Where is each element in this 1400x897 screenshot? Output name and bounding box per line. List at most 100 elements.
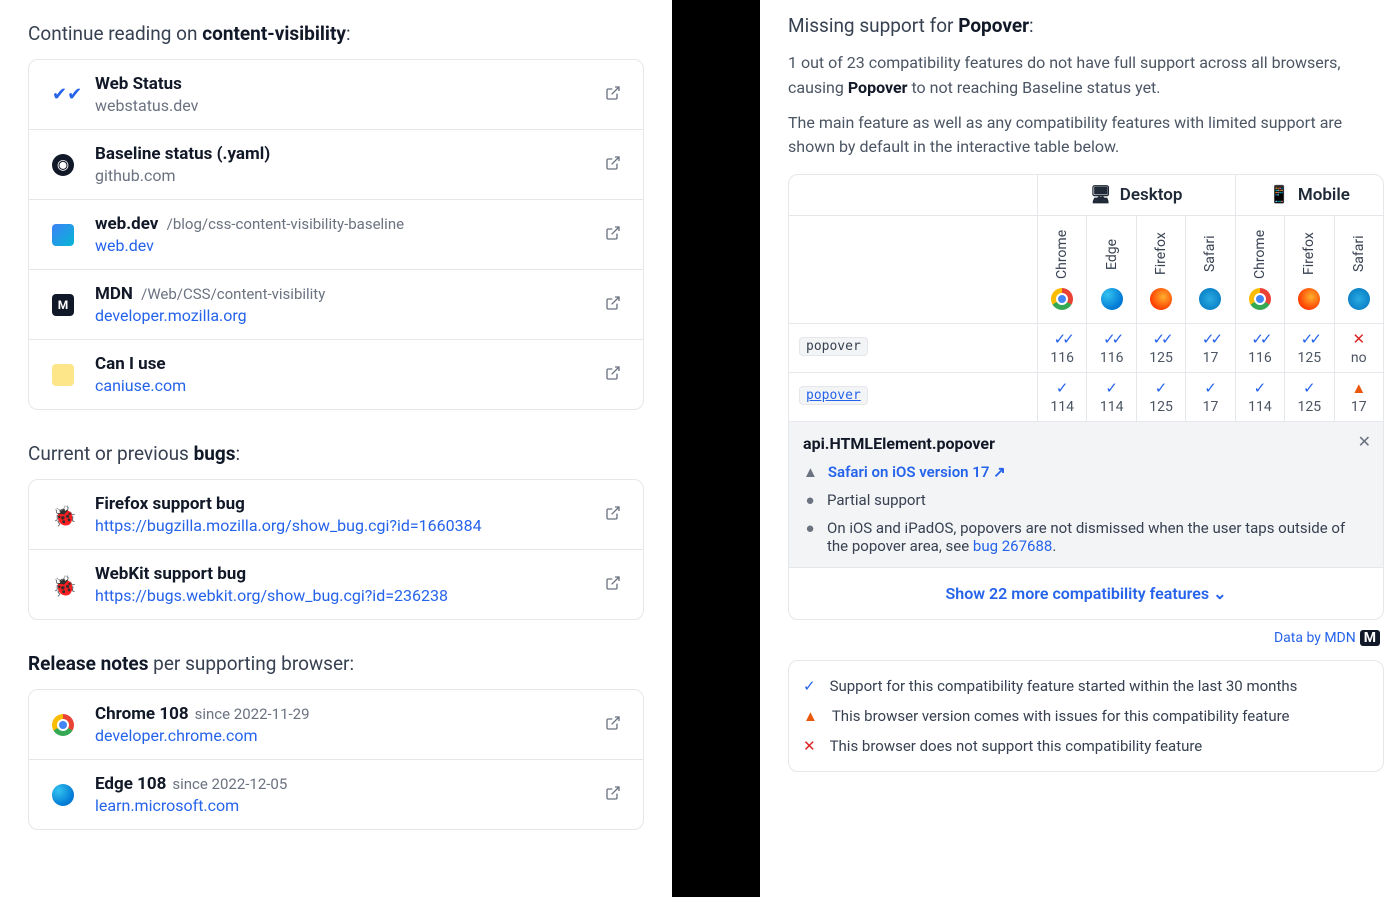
releases-list: Chrome 108since 2022-11-29 developer.chr… <box>28 689 644 830</box>
col-group-mobile: 📱 Mobile <box>1235 175 1383 215</box>
legend-icon: ✕ <box>803 737 816 755</box>
release-domain: learn.microsoft.com <box>95 796 589 815</box>
mdn-icon: M <box>52 294 74 316</box>
missing-support-heading: Missing support for Popover: <box>788 14 1384 37</box>
right-pane: Missing support for Popover: 1 out of 23… <box>760 0 1400 897</box>
resource-row[interactable]: Can I use caniuse.com <box>29 339 643 409</box>
compat-cell[interactable]: ✓114 <box>1086 373 1135 421</box>
release-row[interactable]: Chrome 108since 2022-11-29 developer.chr… <box>29 690 643 759</box>
resources-list: ✔✔ Web Status webstatus.dev ◉ Baseline s… <box>28 59 644 410</box>
compat-cell[interactable]: ✓125 <box>1136 373 1185 421</box>
data-by-mdn-link[interactable]: Data by MDNM <box>788 630 1380 646</box>
browser-column-header: Firefox <box>1136 216 1185 323</box>
compat-cell[interactable]: ✕no <box>1334 324 1383 372</box>
bug-row[interactable]: 🐞 Firefox support bug https://bugzilla.m… <box>29 480 643 549</box>
external-link-icon <box>605 225 625 245</box>
compat-detail-panel: api.HTMLElement.popover ✕ ▲ Safari on iO… <box>789 421 1383 567</box>
detail-title: api.HTMLElement.popover <box>803 434 1369 453</box>
release-row[interactable]: Edge 108since 2022-12-05 learn.microsoft… <box>29 759 643 829</box>
resource-row[interactable]: web.dev /blog/css-content-visibility-bas… <box>29 199 643 269</box>
compat-cell[interactable]: ✓114 <box>1037 373 1086 421</box>
compat-cell[interactable]: ✓114 <box>1235 373 1284 421</box>
bug-title: WebKit support bug <box>95 564 589 584</box>
legend-row: ✓ Support for this compatibility feature… <box>803 671 1369 701</box>
external-link-icon <box>605 715 625 735</box>
legend-icon: ✓ <box>803 677 816 695</box>
external-link-icon <box>605 85 625 105</box>
external-link-icon <box>605 575 625 595</box>
resource-row[interactable]: ◉ Baseline status (.yaml) github.com <box>29 129 643 199</box>
browser-column-header: Safari <box>1185 216 1234 323</box>
compat-cell[interactable]: ✓✓17 <box>1185 324 1234 372</box>
resource-title: web.dev /blog/css-content-visibility-bas… <box>95 214 589 234</box>
compat-cell[interactable]: ✓✓116 <box>1235 324 1284 372</box>
compat-cell[interactable]: ✓✓116 <box>1037 324 1086 372</box>
feature-pill[interactable]: popover <box>799 386 868 405</box>
edge-icon <box>52 784 74 806</box>
left-pane: Continue reading on content-visibility: … <box>0 0 672 897</box>
bullet-icon: ● <box>803 519 817 537</box>
browser-column-header: Edge <box>1086 216 1135 323</box>
missing-support-para-1: 1 out of 23 compatibility features do no… <box>788 51 1384 101</box>
resource-title: Web Status <box>95 74 589 94</box>
resource-domain: web.dev <box>95 236 589 255</box>
resource-title: Can I use <box>95 354 589 374</box>
resource-row[interactable]: M MDN /Web/CSS/content-visibility develo… <box>29 269 643 339</box>
edge-icon <box>1101 288 1123 310</box>
release-title: Edge 108since 2022-12-05 <box>95 774 589 794</box>
bug-url: https://bugs.webkit.org/show_bug.cgi?id=… <box>95 586 589 605</box>
browser-column-header: Firefox <box>1284 216 1333 323</box>
resource-title: MDN /Web/CSS/content-visibility <box>95 284 589 304</box>
col-group-desktop: 🖥 Desktop <box>1037 175 1235 215</box>
legend-icon: ▲ <box>803 707 818 725</box>
compat-row: popover ✓114✓114✓125✓17✓114✓125▲17 <box>789 372 1383 421</box>
detail-close-button[interactable]: ✕ <box>1358 432 1371 451</box>
compat-cell[interactable]: ✓17 <box>1185 373 1234 421</box>
caniuse-icon <box>52 364 74 386</box>
bullet-icon: ● <box>803 491 817 509</box>
github-icon: ◉ <box>52 154 74 176</box>
detail-bug-link[interactable]: bug 267688 <box>973 537 1052 555</box>
mobile-icon: 📱 <box>1269 185 1290 205</box>
resource-row[interactable]: ✔✔ Web Status webstatus.dev <box>29 60 643 129</box>
compat-table: 🖥 Desktop 📱 Mobile Chrome Edge Firefox S… <box>788 174 1384 620</box>
safari-icon <box>1348 288 1370 310</box>
compat-cell[interactable]: ✓✓125 <box>1136 324 1185 372</box>
resource-domain: developer.mozilla.org <box>95 306 589 325</box>
webstatus-icon: ✔✔ <box>52 84 74 106</box>
chrome-icon <box>52 714 74 736</box>
compat-cell[interactable]: ✓✓116 <box>1086 324 1135 372</box>
bugs-list: 🐞 Firefox support bug https://bugzilla.m… <box>28 479 644 620</box>
external-link-icon <box>605 505 625 525</box>
compat-cell[interactable]: ▲17 <box>1334 373 1383 421</box>
bug-icon: 🐞 <box>52 574 74 596</box>
legend-text: Support for this compatibility feature s… <box>830 677 1298 695</box>
external-link-icon <box>605 155 625 175</box>
resource-domain: webstatus.dev <box>95 96 589 115</box>
legend-row: ▲ This browser version comes with issues… <box>803 701 1369 731</box>
external-link-icon <box>605 785 625 805</box>
detail-partial-support: Partial support <box>827 491 926 509</box>
chrome-icon <box>1051 288 1073 310</box>
detail-browser-link[interactable]: Safari on iOS version 17 ↗ <box>828 463 1006 481</box>
compat-row-label: popover <box>789 324 1037 372</box>
compat-cell[interactable]: ✓125 <box>1284 373 1333 421</box>
mdn-icon: M <box>1360 630 1380 646</box>
resource-domain: caniuse.com <box>95 376 589 395</box>
release-notes-heading: Release notes per supporting browser: <box>28 652 644 675</box>
legend-row: ✕ This browser does not support this com… <box>803 731 1369 761</box>
show-more-button[interactable]: Show 22 more compatibility features ⌄ <box>789 567 1383 619</box>
external-link-icon: ↗ <box>993 463 1006 481</box>
desktop-icon: 🖥 <box>1090 185 1112 205</box>
warning-icon: ▲ <box>803 463 818 481</box>
compat-cell[interactable]: ✓✓125 <box>1284 324 1333 372</box>
missing-support-para-2: The main feature as well as any compatib… <box>788 111 1384 161</box>
bug-row[interactable]: 🐞 WebKit support bug https://bugs.webkit… <box>29 549 643 619</box>
external-link-icon <box>605 365 625 385</box>
legend-text: This browser version comes with issues f… <box>832 707 1290 725</box>
legend: ✓ Support for this compatibility feature… <box>788 660 1384 772</box>
browser-column-header: Chrome <box>1037 216 1086 323</box>
browser-column-header: Safari <box>1334 216 1383 323</box>
legend-text: This browser does not support this compa… <box>830 737 1203 755</box>
resource-domain: github.com <box>95 166 589 185</box>
